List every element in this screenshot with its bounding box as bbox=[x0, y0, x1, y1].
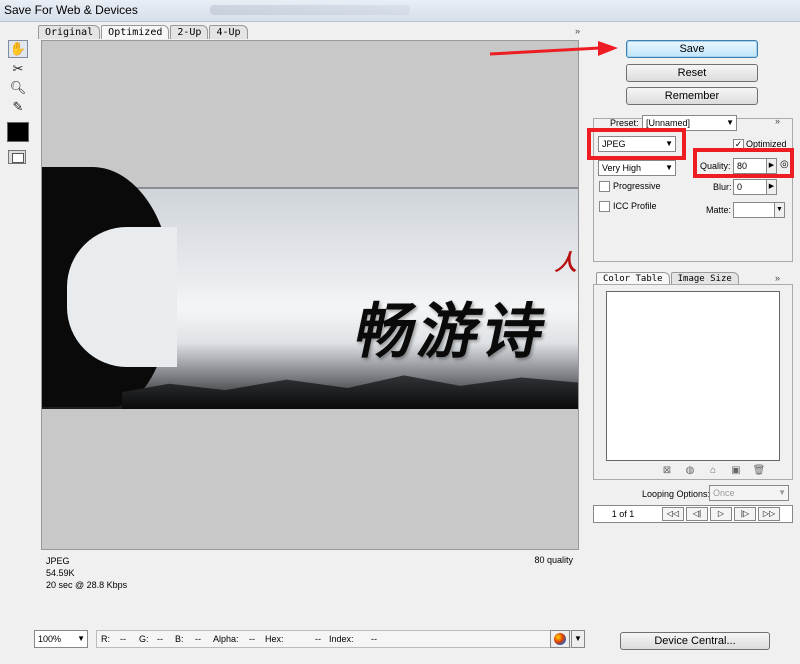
info-quality: 80 quality bbox=[534, 555, 573, 565]
tool-panel: ✋ ✂ 🔍︎ ✎ bbox=[0, 22, 36, 642]
image-canvas[interactable]: 人 畅游诗 bbox=[41, 40, 579, 550]
blur-value: 0 bbox=[737, 182, 743, 192]
save-button[interactable]: Save bbox=[626, 40, 758, 58]
tab-4-up[interactable]: 4-Up bbox=[209, 25, 248, 39]
tab-original[interactable]: Original bbox=[38, 25, 101, 39]
optimize-menu-chevron-icon[interactable]: » bbox=[775, 116, 780, 126]
trash-icon[interactable]: 🗑︎ bbox=[752, 465, 766, 477]
color-table-panel: ⊠ ◍ ⌂ ▣ 🗑︎ bbox=[593, 284, 793, 480]
readout-alpha-label: Alpha: bbox=[213, 634, 239, 644]
color-table-swatches[interactable] bbox=[606, 291, 780, 461]
annotation-arrow-icon bbox=[490, 41, 618, 56]
color-table-menu-chevron-icon[interactable]: » bbox=[775, 273, 780, 283]
status-bar: 100% ▼ R: -- G: -- B: -- Alpha: -- Hex: … bbox=[34, 630, 594, 648]
readout-b-label: B: bbox=[175, 634, 184, 644]
tab-optimized[interactable]: Optimized bbox=[101, 25, 170, 39]
progressive-label: Progressive bbox=[613, 181, 661, 191]
last-frame-icon[interactable]: ▷▷ bbox=[758, 507, 780, 521]
info-format: JPEG bbox=[46, 556, 70, 566]
reset-button[interactable]: Reset bbox=[626, 64, 758, 82]
web-shift-icon[interactable]: ◍ bbox=[683, 465, 697, 477]
readout-index-value: -- bbox=[371, 634, 377, 644]
chevron-down-icon: ▼ bbox=[726, 118, 734, 127]
looping-options-label: Looping Options: bbox=[642, 489, 711, 499]
readout-r-label: R: bbox=[101, 634, 110, 644]
browser-globe-icon bbox=[554, 633, 566, 645]
zoom-select[interactable]: 100% ▼ bbox=[34, 630, 88, 648]
previous-frame-icon[interactable]: ◁| bbox=[686, 507, 708, 521]
slice-select-tool-icon[interactable]: ✂ bbox=[8, 60, 28, 78]
icc-profile-label: ICC Profile bbox=[613, 201, 657, 211]
readout-hex-label: Hex: bbox=[265, 634, 284, 644]
looping-options-select[interactable]: Once ▼ bbox=[709, 485, 789, 501]
quality-preset-value: Very High bbox=[602, 163, 642, 173]
hand-tool-icon[interactable]: ✋ bbox=[8, 40, 28, 58]
window-title: Save For Web & Devices bbox=[4, 3, 138, 17]
preview-in-browser: ▼ bbox=[550, 630, 590, 648]
matte-chevron-down-icon[interactable]: ▼ bbox=[775, 202, 785, 218]
color-table-actions: ⊠ ◍ ⌂ ▣ 🗑︎ bbox=[660, 465, 766, 477]
readout-b-value: -- bbox=[195, 634, 201, 644]
progressive-checkbox[interactable] bbox=[599, 181, 610, 192]
ink-mountain-silhouette bbox=[122, 375, 578, 409]
matte-label: Matte: bbox=[706, 205, 732, 215]
readout-hex-value: -- bbox=[315, 634, 321, 644]
zoom-value: 100% bbox=[38, 634, 62, 644]
frame-count: 1 of 1 bbox=[611, 509, 635, 519]
blur-input[interactable]: 0 bbox=[733, 179, 767, 195]
animation-controls: 1 of 1 ◁◁ ◁| ▷ |▷ ▷▷ bbox=[593, 505, 793, 523]
new-color-icon[interactable]: ▣ bbox=[729, 465, 743, 477]
zoom-tool-icon[interactable]: 🔍︎ bbox=[8, 79, 28, 97]
lock-color-icon[interactable]: ⌂ bbox=[706, 465, 720, 477]
title-bar: Save For Web & Devices bbox=[0, 0, 800, 22]
blurred-title-text bbox=[210, 5, 410, 15]
remember-button[interactable]: Remember bbox=[626, 87, 758, 105]
readout-g-label: G: bbox=[139, 634, 149, 644]
tab-2-up[interactable]: 2-Up bbox=[170, 25, 209, 39]
ink-brush-inner bbox=[67, 227, 177, 367]
info-file-size: 54.59K bbox=[46, 568, 75, 578]
looping-options-value: Once bbox=[713, 488, 735, 498]
readout-g-value: -- bbox=[157, 634, 163, 644]
icc-profile-checkbox[interactable] bbox=[599, 201, 610, 212]
banner-image: 人 畅游诗 bbox=[42, 167, 579, 409]
toggle-slices-visibility-icon[interactable] bbox=[8, 150, 26, 164]
quality-preset-select[interactable]: Very High ▼ bbox=[598, 160, 676, 176]
view-menu-chevron-icon[interactable]: » bbox=[575, 26, 580, 36]
red-calligraphy-mark: 人 bbox=[553, 250, 579, 275]
device-central-button[interactable]: Device Central... bbox=[620, 632, 770, 650]
format-highlight-box bbox=[587, 128, 686, 160]
view-tabs: Original Optimized 2-Up 4-Up bbox=[38, 25, 249, 39]
map-to-transparent-icon[interactable]: ⊠ bbox=[660, 465, 674, 477]
browser-preview-button[interactable] bbox=[550, 630, 570, 648]
chevron-down-icon: ▼ bbox=[665, 163, 673, 172]
readout-r-value: -- bbox=[120, 634, 126, 644]
eyedropper-color-swatch[interactable] bbox=[7, 122, 29, 142]
blur-slider-arrow-icon[interactable]: ▶ bbox=[767, 179, 777, 195]
calligraphy-text: 畅游诗 bbox=[348, 297, 556, 367]
preset-value: [Unnamed] bbox=[646, 118, 691, 128]
optimized-info: JPEG 54.59K 20 sec @ 28.8 Kbps 80 qualit… bbox=[41, 552, 579, 594]
preset-label: Preset: bbox=[610, 118, 639, 128]
eyedropper-tool-icon[interactable]: ✎ bbox=[8, 98, 28, 116]
next-frame-icon[interactable]: |▷ bbox=[734, 507, 756, 521]
chevron-down-icon: ▼ bbox=[77, 634, 85, 643]
animation-buttons: ◁◁ ◁| ▷ |▷ ▷▷ bbox=[662, 507, 780, 521]
chevron-down-icon: ▼ bbox=[778, 488, 786, 497]
info-download-time: 20 sec @ 28.8 Kbps bbox=[46, 580, 128, 590]
readout-index-label: Index: bbox=[329, 634, 354, 644]
color-readouts: R: -- G: -- B: -- Alpha: -- Hex: -- Inde… bbox=[96, 630, 574, 648]
first-frame-icon[interactable]: ◁◁ bbox=[662, 507, 684, 521]
play-icon[interactable]: ▷ bbox=[710, 507, 732, 521]
blur-label: Blur: bbox=[713, 182, 732, 192]
matte-select[interactable] bbox=[733, 202, 775, 218]
readout-alpha-value: -- bbox=[249, 634, 255, 644]
browser-select-chevron-icon[interactable]: ▼ bbox=[571, 630, 585, 648]
quality-highlight-box bbox=[693, 148, 794, 178]
